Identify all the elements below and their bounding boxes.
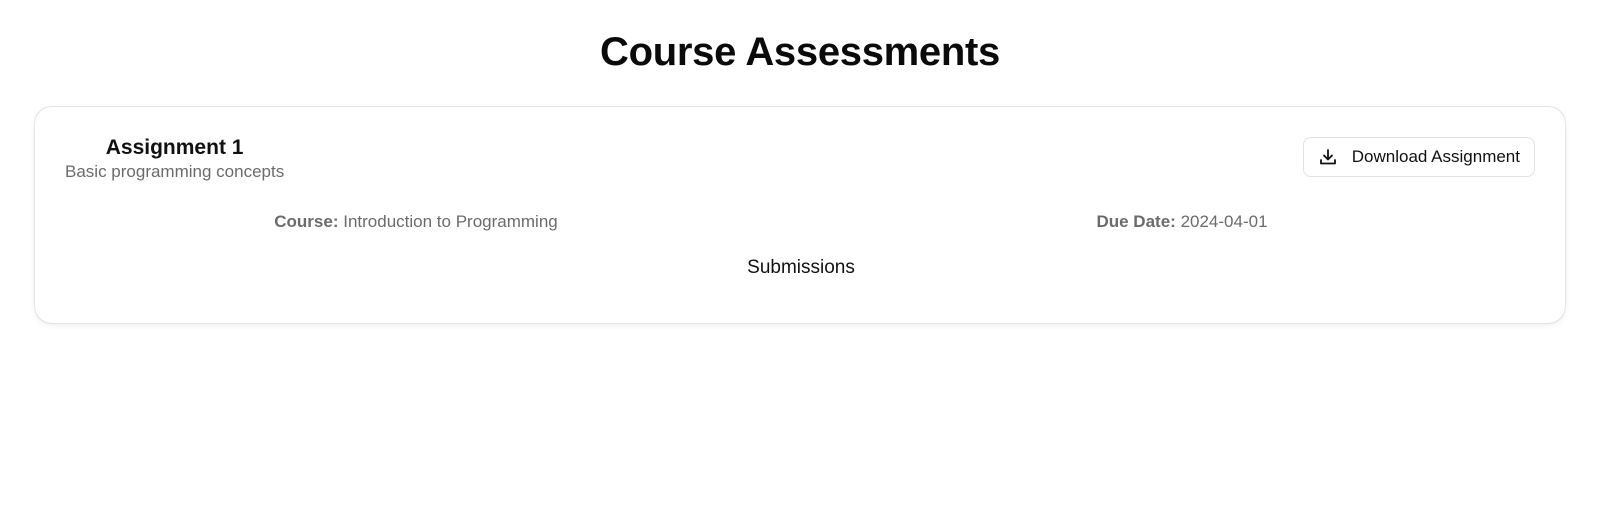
due-date-meta: Due Date: 2024-04-01: [797, 212, 1567, 232]
due-date-label: Due Date:: [1096, 212, 1176, 231]
course-value: Introduction to Programming: [343, 212, 558, 231]
download-icon: [1318, 147, 1338, 167]
assignment-description: Basic programming concepts: [65, 162, 285, 181]
page: Course Assessments Assignment 1 Basic pr…: [0, 0, 1600, 515]
page-title: Course Assessments: [600, 30, 1000, 74]
assignment-title: Assignment 1: [105, 136, 244, 159]
course-label: Course:: [274, 212, 339, 231]
due-date-value: 2024-04-01: [1180, 212, 1268, 231]
submissions-heading: Submissions: [747, 257, 855, 278]
assignment-header: Assignment 1 Basic programming concepts: [65, 135, 284, 183]
course-meta: Course: Introduction to Programming: [35, 212, 797, 232]
download-button-label: Download Assignment: [1351, 147, 1520, 166]
download-assignment-button[interactable]: Download Assignment: [1302, 137, 1535, 177]
assignment-card: Assignment 1 Basic programming concepts …: [34, 106, 1566, 324]
